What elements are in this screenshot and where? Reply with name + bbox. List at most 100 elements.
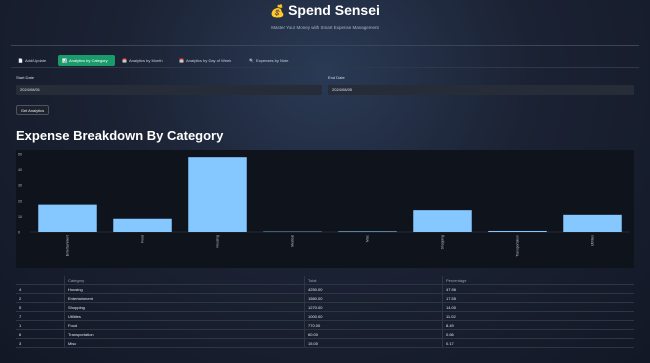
column-separator	[442, 330, 443, 339]
table-row: 4 Housing 4250.00 47.96	[16, 285, 634, 294]
end-date-label: End Date	[328, 75, 345, 80]
table-cell: 1	[19, 323, 22, 328]
document-icon: 📄	[18, 58, 23, 63]
table-cell: 17.55	[446, 296, 457, 301]
column-separator	[64, 303, 65, 312]
table-row: 2 Entertainment 1560.00 17.55	[16, 294, 634, 303]
column-separator	[304, 312, 305, 321]
column-separator	[442, 303, 443, 312]
table-row: 5 Shopping 1270.00 14.00	[16, 303, 634, 312]
table-cell: Misc	[68, 341, 77, 346]
table-cell: Housing	[68, 287, 83, 292]
table-cell: Transportation	[68, 332, 94, 337]
table-cell: Shopping	[68, 305, 85, 310]
table-row: 7 Utilities 1000.00 11.02	[16, 312, 634, 321]
table-row: 1 Food 770.00 8.49	[16, 321, 634, 330]
y-tick-label: 40	[18, 168, 22, 172]
y-tick-label: 10	[18, 215, 22, 219]
table-cell: 1560.00	[308, 296, 323, 301]
table-header-cell: Category	[68, 278, 85, 283]
x-tick-label: Transportation	[516, 235, 520, 257]
column-separator	[304, 294, 305, 303]
y-tick-label: 30	[18, 184, 22, 188]
get-analytics-button[interactable]: Get Analytics	[16, 105, 49, 115]
column-separator	[64, 330, 65, 339]
tab-expenses-by-note[interactable]: 🔍 Expenses by Note	[245, 55, 292, 66]
tab-label: Analytics by Category	[68, 58, 108, 63]
x-tick-label: Utilities	[591, 235, 595, 246]
tab-label: Analytics by Month	[128, 58, 163, 63]
calendar-icon: 📅	[122, 58, 127, 63]
table-cell: 5	[19, 305, 22, 310]
section-title: Expense Breakdown By Category	[16, 128, 224, 143]
tab-add-update[interactable]: 📄 Add/Update	[14, 55, 50, 66]
x-tick-label: Shopping	[441, 235, 445, 249]
column-separator	[64, 294, 65, 303]
x-tick-label: Misc	[366, 235, 370, 242]
end-date-input[interactable]: 2024/08/05	[328, 85, 634, 95]
column-separator	[64, 285, 65, 294]
table-cell: 14.00	[446, 305, 457, 310]
table-cell: 2	[19, 296, 22, 301]
search-icon: 🔍	[249, 58, 254, 63]
bar-utilities	[563, 214, 622, 232]
column-separator	[64, 339, 65, 348]
y-tick-label: 50	[18, 153, 22, 157]
table-cell: 1270.00	[308, 305, 323, 310]
tab-label: Analytics by Day of Week	[185, 58, 232, 63]
table-header-cell: Total	[308, 278, 317, 283]
table-cell: 0.66	[446, 332, 454, 337]
tab-analytics-by-category[interactable]: 📊 Analytics by Category	[58, 55, 115, 66]
table-cell: 1000.00	[308, 314, 323, 319]
bar-housing	[188, 157, 247, 232]
table-cell: 770.00	[308, 323, 321, 328]
tab-underline	[11, 67, 639, 68]
bar-shopping	[413, 210, 472, 232]
table-header-row: Category Total Percentage	[16, 276, 634, 285]
table-cell: Entertainment	[68, 296, 93, 301]
x-tick-label: Medical	[291, 235, 295, 247]
bar-entertainment	[38, 204, 97, 232]
app-title: 💰 Spend Sensei	[0, 2, 650, 18]
tab-label: Add/Update	[24, 58, 47, 63]
table-cell: 11.02	[446, 314, 456, 319]
start-date-input[interactable]: 2024/08/01	[16, 85, 322, 95]
table-cell: 0.17	[446, 341, 454, 346]
column-separator	[442, 312, 443, 321]
table-cell: 4	[19, 287, 22, 292]
category-bar-chart: 0 10 20 30 40 50 Entertainment Food Housing Medic…	[16, 150, 634, 268]
column-separator	[304, 339, 305, 348]
bar-transportation	[488, 230, 547, 232]
column-separator	[64, 321, 65, 330]
chart-svg: 0 10 20 30 40 50 Entertainment Food Housing Medic…	[18, 153, 630, 257]
table-cell: 47.96	[446, 287, 457, 292]
column-separator	[64, 276, 65, 285]
column-separator	[304, 285, 305, 294]
table-row: 3 Misc 15.00 0.17	[16, 339, 634, 348]
tab-analytics-by-day-of-week[interactable]: 📅 Analytics by Day of Week	[175, 55, 235, 66]
column-separator	[304, 276, 305, 285]
column-separator	[442, 285, 443, 294]
x-tick-label: Housing	[216, 235, 220, 248]
column-separator	[304, 330, 305, 339]
column-separator	[304, 303, 305, 312]
table-cell: 3	[19, 341, 22, 346]
table-header-cell: Percentage	[446, 278, 467, 283]
tab-analytics-by-month[interactable]: 📅 Analytics by Month	[118, 55, 167, 66]
column-separator	[442, 321, 443, 330]
y-tick-label: 20	[18, 199, 22, 203]
table-cell: 8.49	[446, 323, 454, 328]
column-separator	[442, 294, 443, 303]
app-subtitle: Master Your Money with Smart Expense Man…	[271, 25, 379, 30]
column-separator	[442, 276, 443, 285]
column-separator	[64, 312, 65, 321]
table-cell: 60.00	[308, 332, 319, 337]
start-date-label: Start Date	[16, 75, 35, 80]
bar-misc	[338, 231, 397, 232]
money-bag-icon: 💰	[270, 4, 286, 18]
table-row: 6 Transportation 60.00 0.66	[16, 330, 634, 339]
app-header: 💰 Spend Sensei Master Your Money with Sma…	[0, 0, 650, 40]
table-cell: 15.00	[308, 341, 319, 346]
column-separator	[304, 321, 305, 330]
table-cell: Utilities	[68, 314, 81, 319]
